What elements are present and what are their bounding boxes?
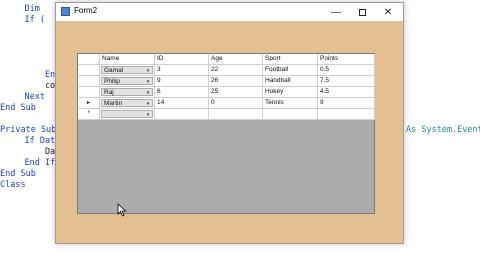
id-cell[interactable]: 9	[155, 76, 209, 87]
id-cell[interactable]: 14	[155, 98, 209, 109]
row-header[interactable]: *	[78, 109, 100, 120]
name-value: Raj	[104, 89, 114, 96]
mouse-cursor-icon	[117, 203, 127, 217]
chevron-down-icon[interactable]: ▾	[145, 112, 151, 118]
code-line: Private Sub	[0, 125, 57, 135]
column-header-points[interactable]: Points	[318, 54, 375, 65]
points-cell[interactable]: 7.5	[318, 76, 375, 87]
new-row-asterisk-icon: *	[87, 111, 90, 117]
column-header-name[interactable]: Name	[100, 54, 155, 65]
row-header[interactable]: ▸	[78, 98, 100, 109]
table-row[interactable]: ▸ Martin ▾ 14 0 Tennis 9	[78, 98, 375, 109]
points-cell[interactable]	[318, 109, 375, 120]
table-row[interactable]: Gamal ▾ 3 22 Football 0.5	[78, 65, 375, 76]
id-cell[interactable]: 6	[155, 87, 209, 98]
code-line: Dim	[4, 4, 45, 14]
name-cell[interactable]: Raj ▾	[100, 87, 155, 98]
close-button[interactable]: ✕	[375, 3, 401, 21]
table-row[interactable]: Raj ▾ 6 25 Hokey 4.5	[78, 87, 375, 98]
name-cell[interactable]: ▾	[100, 109, 155, 120]
row-header[interactable]	[78, 65, 100, 76]
points-cell[interactable]: 0.5	[318, 65, 375, 76]
grid-header-row: Name ID Age Sport Points	[78, 54, 375, 65]
code-line: As System.EventA	[406, 125, 480, 135]
minimize-icon: —	[331, 6, 341, 18]
name-value: Gamal	[104, 67, 124, 74]
current-row-arrow-icon: ▸	[86, 100, 90, 106]
column-header-sport[interactable]: Sport	[263, 54, 318, 65]
name-combobox[interactable]: Raj ▾	[101, 88, 153, 96]
code-line: Class	[0, 180, 26, 190]
id-cell[interactable]	[155, 109, 209, 120]
name-cell[interactable]: Philip ▾	[100, 76, 155, 87]
maximize-icon	[358, 8, 366, 16]
name-combobox[interactable]: Gamal ▾	[101, 66, 153, 74]
minimize-button[interactable]: —	[323, 3, 349, 21]
name-combobox[interactable]: Philip ▾	[101, 77, 153, 85]
age-cell[interactable]	[209, 109, 263, 120]
code-line: End Sub	[0, 103, 36, 113]
code-line: Next	[4, 92, 45, 102]
row-header[interactable]	[78, 76, 100, 87]
sport-cell[interactable]	[263, 109, 318, 120]
id-cell[interactable]: 3	[155, 65, 209, 76]
code-line: End	[4, 70, 61, 80]
chevron-down-icon[interactable]: ▾	[145, 79, 151, 85]
code-line: End Sub	[0, 169, 36, 179]
name-value: Martin	[104, 100, 123, 107]
chevron-down-icon[interactable]: ▾	[145, 90, 151, 96]
name-cell[interactable]: Gamal ▾	[100, 65, 155, 76]
new-row[interactable]: * ▾	[78, 109, 375, 120]
name-cell[interactable]: Martin ▾	[100, 98, 155, 109]
points-cell[interactable]: 4.5	[318, 87, 375, 98]
sport-cell[interactable]: Hokey	[263, 87, 318, 98]
close-icon: ✕	[383, 6, 393, 18]
code-line: If (	[4, 15, 45, 25]
form2-window: Form2 — ✕ Name ID Age Sport Points Gamal	[55, 2, 404, 244]
maximize-button[interactable]	[349, 3, 375, 21]
row-header[interactable]	[78, 87, 100, 98]
column-header-age[interactable]: Age	[209, 54, 263, 65]
sport-cell[interactable]: Football	[263, 65, 318, 76]
top-left-header-cell[interactable]	[78, 54, 100, 65]
sport-cell[interactable]: Tennis	[263, 98, 318, 109]
table-row[interactable]: Philip ▾ 9 26 Handball 7.5	[78, 76, 375, 87]
title-bar[interactable]: Form2 — ✕	[56, 3, 403, 21]
age-cell[interactable]: 25	[209, 87, 263, 98]
code-line: End If	[4, 158, 56, 168]
chevron-down-icon[interactable]: ▾	[145, 68, 151, 74]
name-combobox[interactable]: ▾	[101, 110, 153, 118]
name-value: Philip	[104, 78, 120, 85]
name-combobox[interactable]: Martin ▾	[101, 99, 153, 107]
sport-cell[interactable]: Handball	[263, 76, 318, 87]
chevron-down-icon[interactable]: ▾	[145, 101, 151, 107]
window-title: Form2	[74, 6, 98, 15]
data-grid-view[interactable]: Name ID Age Sport Points Gamal ▾ 3 22 Fo…	[77, 53, 375, 214]
points-cell[interactable]: 9	[318, 98, 375, 109]
column-header-id[interactable]: ID	[155, 54, 209, 65]
age-cell[interactable]: 22	[209, 65, 263, 76]
form-app-icon	[61, 7, 70, 16]
age-cell[interactable]: 26	[209, 76, 263, 87]
age-cell[interactable]: 0	[209, 98, 263, 109]
